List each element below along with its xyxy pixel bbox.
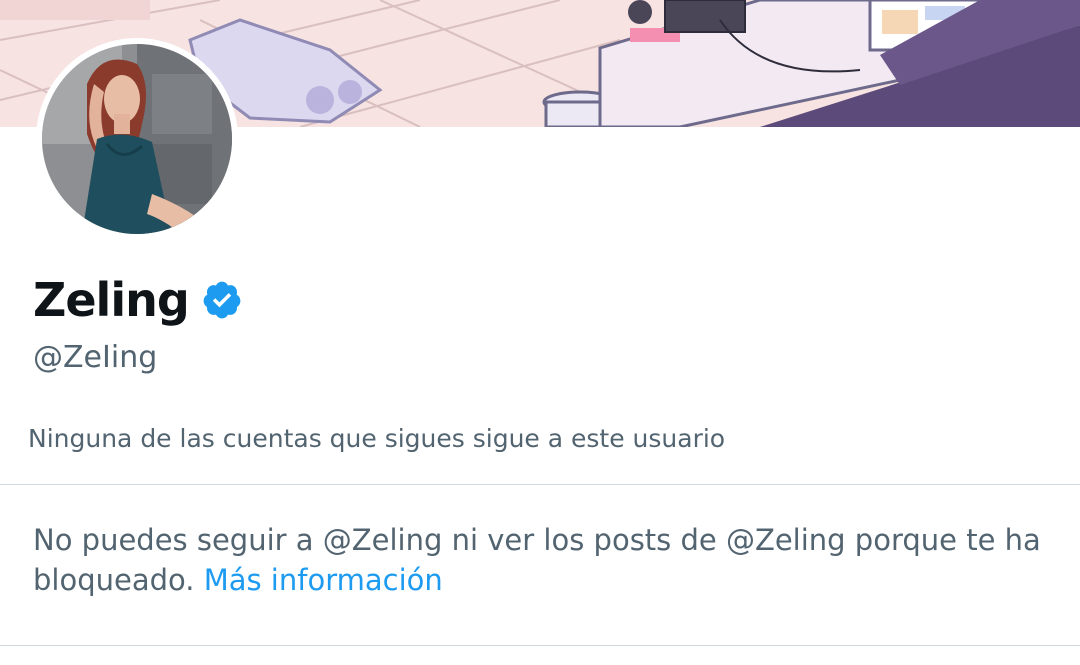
display-name-row: Zeling: [33, 270, 243, 330]
display-name: Zeling: [33, 273, 190, 327]
profile-handle: @ZeIing: [33, 340, 158, 375]
divider: [0, 645, 1080, 646]
profile-avatar[interactable]: [36, 38, 238, 240]
verified-badge-icon[interactable]: [201, 279, 243, 321]
divider: [0, 484, 1080, 485]
blocked-notice-text: No puedes seguir a @Zeling ni ver los po…: [33, 523, 1041, 597]
followers-you-know-text: Ninguna de las cuentas que sigues sigue …: [28, 424, 726, 453]
more-info-link[interactable]: Más información: [204, 563, 443, 597]
avatar-photo: [42, 44, 232, 234]
blocked-notice: No puedes seguir a @Zeling ni ver los po…: [33, 520, 1043, 600]
